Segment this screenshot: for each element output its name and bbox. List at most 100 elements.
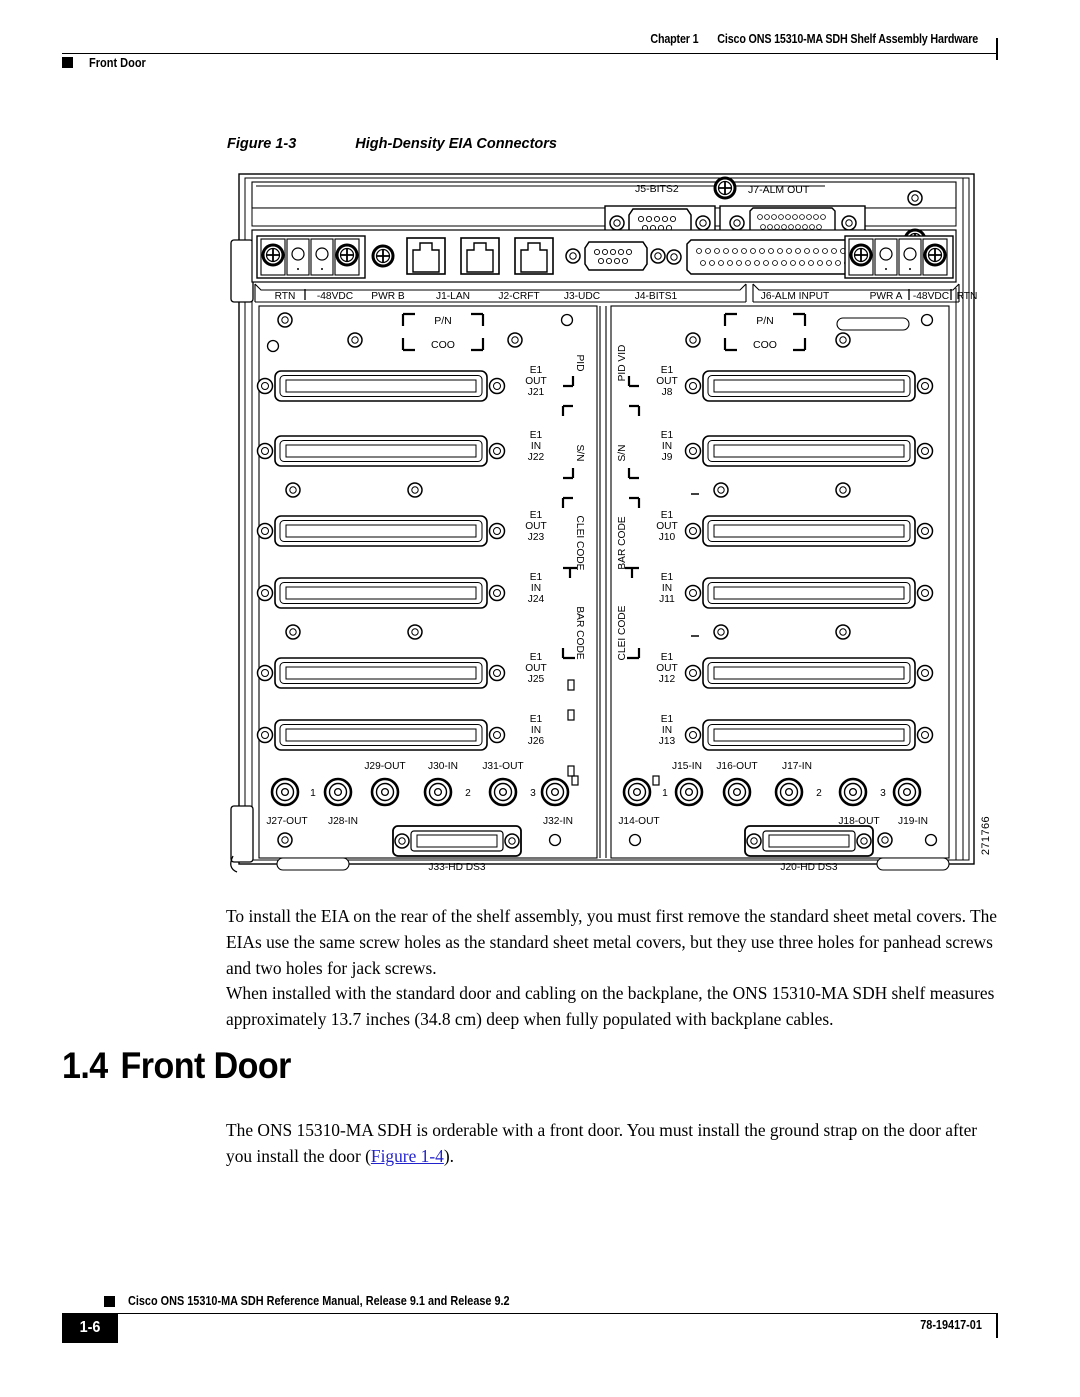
svg-text:CLEI CODE: CLEI CODE — [574, 516, 585, 571]
svg-text:J32-IN: J32-IN — [543, 816, 573, 827]
port-j1-lan — [406, 237, 446, 275]
svg-text:J14-OUT: J14-OUT — [618, 816, 659, 827]
svg-text:J16-OUT: J16-OUT — [716, 761, 757, 772]
power-terminal-block-a — [844, 235, 954, 279]
footer-bullet-square-icon — [104, 1296, 115, 1307]
bnc-j15-in — [674, 777, 704, 807]
svg-text:IN: IN — [531, 583, 541, 594]
svg-text:S/N: S/N — [617, 445, 628, 462]
svg-text:S/N: S/N — [574, 445, 585, 462]
svg-text:IN: IN — [662, 583, 672, 594]
svg-text:J17-IN: J17-IN — [782, 761, 812, 772]
chassis-hole-top-right — [907, 190, 923, 206]
svg-text:3: 3 — [880, 788, 886, 799]
hd-connector-j11 — [684, 577, 934, 609]
svg-text:OUT: OUT — [525, 521, 547, 532]
svg-text:3: 3 — [530, 788, 536, 799]
page-header: Chapter 1 Cisco ONS 15310-MA SDH Shelf As… — [62, 32, 998, 78]
bnc-j31-out — [488, 777, 518, 807]
hd-connector-j23 — [256, 515, 506, 547]
figure-1-4-crossref-link[interactable]: Figure 1-4 — [371, 1146, 444, 1166]
label-j1-lan: J1-LAN — [436, 291, 470, 302]
port-j2-crft — [460, 237, 500, 275]
hd-connector-j10 — [684, 515, 934, 547]
left-bnc-labels-above: J29-OUT J30-IN J31-OUT — [364, 761, 523, 772]
label-rtn-right: RTN — [957, 291, 978, 302]
svg-text:OUT: OUT — [656, 376, 678, 387]
right-bnc-labels-above: J15-IN J16-OUT J17-IN — [672, 761, 812, 772]
eia-connector-diagram: J5-BITS2 J7-ALM OUT RTN -48VDC PWR B J1-… — [225, 168, 992, 873]
figure-caption: Figure 1-3 High-Density EIA Connectors — [227, 136, 557, 152]
svg-text:J22: J22 — [528, 452, 545, 463]
label-j6-alm-input: J6-ALM INPUT — [761, 291, 830, 302]
label-48vdc-right: -48VDC — [913, 291, 949, 302]
page-footer: Cisco ONS 15310-MA SDH Reference Manual,… — [62, 1294, 998, 1352]
label-j5-bits2: J5-BITS2 — [635, 183, 679, 195]
port-j3-udc — [514, 237, 554, 275]
svg-text:J31-OUT: J31-OUT — [482, 761, 523, 772]
header-edge-tick — [996, 38, 998, 60]
label-j20-hd-ds3: J20-HD DS3 — [780, 862, 838, 873]
bnc-j18-out — [838, 777, 868, 807]
svg-text:J10: J10 — [659, 532, 676, 543]
bnc-j32-in — [540, 777, 570, 807]
svg-text:J21: J21 — [528, 387, 545, 398]
svg-text:E1: E1 — [661, 652, 674, 663]
hd-connector-j25 — [256, 657, 506, 689]
eia-backplane-drawing: J5-BITS2 J7-ALM OUT RTN -48VDC PWR B J1-… — [230, 173, 978, 873]
svg-text:OUT: OUT — [525, 663, 547, 674]
figure-number: Figure 1-3 — [227, 136, 297, 152]
label-j4-bits1: J4-BITS1 — [635, 291, 678, 302]
svg-text:IN: IN — [662, 441, 672, 452]
svg-text:IN: IN — [662, 725, 672, 736]
svg-text:1: 1 — [310, 788, 316, 799]
svg-text:BAR CODE: BAR CODE — [617, 516, 628, 569]
svg-text:E1: E1 — [661, 510, 674, 521]
power-terminal-block-b — [256, 235, 366, 279]
svg-text:OUT: OUT — [656, 663, 678, 674]
footer-manual-title: Cisco ONS 15310-MA SDH Reference Manual,… — [128, 1294, 510, 1308]
paragraph-front-door: The ONS 15310-MA SDH is orderable with a… — [226, 1117, 998, 1169]
label-pwr-b: PWR B — [371, 291, 405, 302]
label-rtn-left: RTN — [275, 291, 296, 302]
bnc-j17-in — [774, 777, 804, 807]
hd-connector-j12 — [684, 657, 934, 689]
bnc-j19-in — [892, 777, 922, 807]
svg-text:E1: E1 — [530, 652, 543, 663]
paragraph-shelf-depth: When installed with the standard door an… — [226, 983, 995, 1030]
svg-text:2: 2 — [465, 788, 471, 799]
bnc-j29-out — [370, 777, 400, 807]
figure-title: High-Density EIA Connectors — [355, 136, 557, 152]
hd-connector-j24 — [256, 577, 506, 609]
footer-edge-tick — [996, 1314, 998, 1338]
svg-text:E1: E1 — [661, 572, 674, 583]
label-pwr-a: PWR A — [870, 291, 903, 302]
bnc-j27-out — [270, 777, 300, 807]
svg-text:J26: J26 — [528, 736, 545, 747]
paragraph-install-eia: To install the EIA on the rear of the sh… — [226, 906, 998, 979]
svg-text:J24: J24 — [528, 594, 545, 605]
label-j7-alm-out: J7-ALM OUT — [748, 184, 810, 196]
svg-text:IN: IN — [531, 441, 541, 452]
svg-text:1: 1 — [662, 788, 668, 799]
label-j3-udc: J3-UDC — [564, 291, 600, 302]
svg-text:E1: E1 — [661, 430, 674, 441]
svg-text:OUT: OUT — [656, 521, 678, 532]
front-door-text-before: The ONS 15310-MA SDH is orderable with a… — [226, 1120, 978, 1167]
svg-text:J28-IN: J28-IN — [328, 816, 358, 827]
svg-text:E1: E1 — [661, 714, 674, 725]
hd-connector-j21 — [256, 370, 506, 402]
hd-connector-j26 — [256, 719, 506, 751]
svg-text:J12: J12 — [659, 674, 676, 685]
label-48vdc-left: -48VDC — [317, 291, 353, 302]
label-coo-left: COO — [431, 339, 455, 351]
svg-text:E1: E1 — [530, 714, 543, 725]
label-j33-hd-ds3: J33-HD DS3 — [428, 862, 486, 873]
svg-text:2: 2 — [816, 788, 822, 799]
svg-text:PID: PID — [574, 355, 585, 372]
section-title: Front Door — [120, 1044, 292, 1086]
section-heading: 1.4 Front Door — [62, 1045, 291, 1087]
svg-text:IN: IN — [531, 725, 541, 736]
bnc-j16-out — [722, 777, 752, 807]
front-door-text-after: ). — [443, 1146, 454, 1167]
